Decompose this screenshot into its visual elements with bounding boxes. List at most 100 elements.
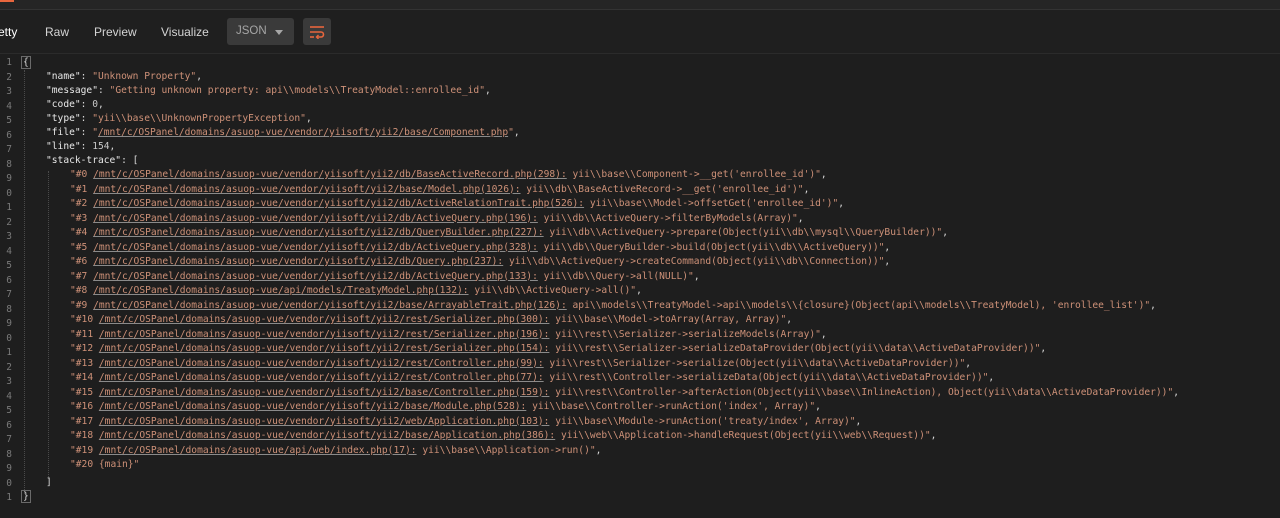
chevron-down-icon [275,30,283,35]
trace-frame-number: "#19 [70,444,99,456]
indent-guide [24,70,25,494]
trace-file-link[interactable]: /mnt/c/OSPanel/domains/asuop-vue/vendor/… [93,271,538,282]
trace-file-link[interactable]: /mnt/c/OSPanel/domains/asuop-vue/vendor/… [93,242,538,253]
line-number: 1 [6,57,12,68]
trace-file-link[interactable]: /mnt/c/OSPanel/domains/asuop-vue/api/mod… [93,285,468,296]
format-select-value: JSON [236,25,267,37]
trace-frame-number: "#16 [70,401,99,412]
trace-file-link[interactable]: /mnt/c/OSPanel/domains/asuop-vue/vendor/… [93,184,520,195]
line-number: 9 [6,173,12,184]
trace-call: yii\\rest\\Serializer->serializeModels(A… [549,328,821,340]
response-body-editor[interactable]: 1 2 3 4 5 6 7 8 9 0 1 2 3 4 5 6 7 8 9 0 1 2 3 4 5 6 7 8 9 0 1 { "name"… [0,54,1280,518]
trace-frame-number: "#11 [70,328,99,340]
code-line-name: "name": "Unknown Property", [46,71,202,82]
trace-call: yii\\db\\ActiveQuery->prepare(Object(yii… [543,227,943,238]
stack-trace-item: "#0 /mnt/c/OSPanel/domains/asuop-vue/ven… [70,169,827,180]
response-toolbar: etty Raw Preview Visualize JSON [0,10,1280,54]
trace-file-link[interactable]: /mnt/c/OSPanel/domains/asuop-vue/vendor/… [99,343,550,354]
trace-file-link[interactable]: /mnt/c/OSPanel/domains/asuop-vue/vendor/… [99,387,550,398]
trace-file-link[interactable]: /mnt/c/OSPanel/domains/asuop-vue/vendor/… [99,430,555,441]
stack-trace-item: "#1 /mnt/c/OSPanel/domains/asuop-vue/ven… [70,183,810,195]
tab-raw[interactable]: Raw [45,23,69,41]
line-number: 9 [6,463,12,474]
wrap-lines-button[interactable] [303,18,331,45]
line-number: 6 [6,419,12,431]
code-line-message: "message": "Getting unknown property: ap… [46,85,491,96]
trace-call: yii\\base\\Module->runAction('treaty/ind… [549,415,856,427]
json-value: "Unknown Property" [92,71,197,82]
trace-frame-number: "#8 [70,285,94,296]
trace-frame-number: "#5 [70,241,94,253]
code-line-line: "line": 154, [46,141,116,152]
line-number: 5 [6,115,12,126]
trace-file-link[interactable]: /mnt/c/OSPanel/domains/asuop-vue/vendor/… [93,169,567,180]
trace-call: yii\\rest\\Serializer->serialize(Object(… [543,357,966,369]
line-number: 4 [6,245,12,257]
json-key: "line" [46,141,81,152]
trace-frame-number: "#17 [70,415,99,427]
line-number: 1 [6,202,12,213]
stack-trace-item: "#4 /mnt/c/OSPanel/domains/asuop-vue/ven… [70,227,948,238]
line-number: 0 [6,477,12,489]
stack-trace-item: "#17 /mnt/c/OSPanel/domains/asuop-vue/ve… [70,415,862,427]
code-line: ] [46,476,52,490]
line-number: 7 [6,289,12,300]
open-brace: { [21,56,31,69]
code-line-stack-trace: "stack-trace": [ [46,155,139,166]
trace-file-link[interactable]: /mnt/c/OSPanel/domains/asuop-vue/vendor/… [99,314,550,325]
trace-file-link[interactable]: /mnt/c/OSPanel/domains/asuop-vue/vendor/… [93,256,503,267]
json-key: "code" [46,99,81,110]
code-line: } [21,490,31,504]
trace-frame-number: "#9 [70,299,94,311]
trace-frame-number: "#10 [70,314,99,325]
line-number: 5 [6,405,12,416]
trace-call: {main}" [98,459,140,470]
code-area: { "name": "Unknown Property", "message":… [21,54,1276,518]
file-path-link[interactable]: /mnt/c/OSPanel/domains/asuop-vue/vendor/… [98,127,508,138]
stack-trace-item: "#7 /mnt/c/OSPanel/domains/asuop-vue/ven… [70,270,700,282]
trace-frame-number: "#13 [70,357,99,369]
line-number: 4 [6,390,12,402]
trace-call: yii\\base\\Component->__get('enrollee_id… [566,169,821,180]
line-number: 3 [6,86,12,97]
trace-file-link[interactable]: /mnt/c/OSPanel/domains/asuop-vue/vendor/… [93,300,567,311]
trace-file-link[interactable]: /mnt/c/OSPanel/domains/asuop-vue/api/web… [99,445,417,456]
trace-frame-number: "#0 [70,169,94,180]
line-number: 3 [6,231,12,242]
trace-call: yii\\rest\\Controller->serializeData(Obj… [543,372,989,383]
stack-trace-item: "#14 /mnt/c/OSPanel/domains/asuop-vue/ve… [70,372,995,383]
json-key: "stack-trace" [46,155,122,166]
trace-file-link[interactable]: /mnt/c/OSPanel/domains/asuop-vue/vendor/… [99,329,550,340]
tab-preview[interactable]: Preview [94,23,137,41]
trace-file-link[interactable]: /mnt/c/OSPanel/domains/asuop-vue/vendor/… [99,401,526,412]
trace-call: yii\\db\\BaseActiveRecord->__get('enroll… [520,183,804,195]
line-number: 2 [6,71,12,83]
tab-visualize[interactable]: Visualize [161,23,209,41]
trace-call: yii\\rest\\Controller->afterAction(Objec… [549,386,1174,398]
stack-trace-item: "#6 /mnt/c/OSPanel/domains/asuop-vue/ven… [70,256,891,267]
trace-file-link[interactable]: /mnt/c/OSPanel/domains/asuop-vue/vendor/… [93,198,584,209]
line-number: 1 [6,492,12,503]
line-number: 0 [6,187,12,199]
format-select[interactable]: JSON [227,18,294,45]
trace-file-link[interactable]: /mnt/c/OSPanel/domains/asuop-vue/vendor/… [93,227,544,238]
trace-file-link[interactable]: /mnt/c/OSPanel/domains/asuop-vue/vendor/… [93,213,538,224]
line-number: 7 [6,144,12,155]
line-number: 8 [6,448,12,460]
trace-call: yii\\db\\QueryBuilder->build(Object(yii\… [537,241,885,253]
code-line-code: "code": 0, [46,99,104,110]
stack-trace-item: "#11 /mnt/c/OSPanel/domains/asuop-vue/ve… [70,328,827,340]
trace-call: yii\\base\\Model->toArray(Array, Array)" [549,314,787,325]
trace-file-link[interactable]: /mnt/c/OSPanel/domains/asuop-vue/vendor/… [99,358,544,369]
stack-trace-item: "#19 /mnt/c/OSPanel/domains/asuop-vue/ap… [70,444,602,456]
trace-frame-number: "#20 [70,459,99,470]
tab-pretty[interactable]: etty [0,23,17,41]
trace-file-link[interactable]: /mnt/c/OSPanel/domains/asuop-vue/vendor/… [99,372,544,383]
trace-frame-number: "#1 [70,183,94,195]
stack-trace-item: "#20 {main}" [70,458,139,472]
stack-trace-item: "#12 /mnt/c/OSPanel/domains/asuop-vue/ve… [70,343,1047,354]
trace-file-link[interactable]: /mnt/c/OSPanel/domains/asuop-vue/vendor/… [99,416,550,427]
trace-frame-number: "#12 [70,343,99,354]
line-number: 6 [6,129,12,141]
line-number: 4 [6,100,12,112]
